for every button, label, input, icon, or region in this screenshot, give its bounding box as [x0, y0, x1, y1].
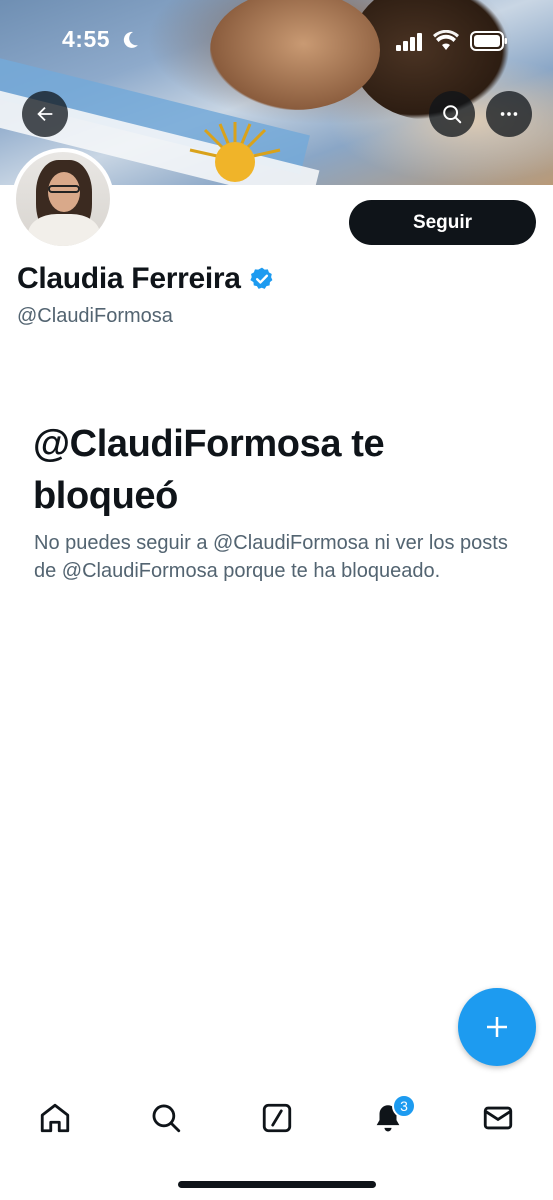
status-time: 4:55	[62, 26, 111, 52]
profile-name-row: Claudia Ferreira	[17, 262, 275, 296]
more-icon	[500, 112, 518, 116]
profile-handle: @ClaudiFormosa	[17, 305, 173, 327]
tab-home[interactable]	[35, 1098, 75, 1138]
home-indicator	[178, 1181, 376, 1188]
arrow-left-icon	[37, 106, 53, 122]
bottom-tab-bar	[0, 1078, 553, 1158]
signal-icon	[396, 33, 422, 51]
profile-name: Claudia Ferreira	[17, 262, 241, 295]
wifi-icon	[433, 30, 459, 50]
sun-emblem-icon	[189, 122, 281, 182]
back-button[interactable]	[22, 91, 68, 137]
status-bar: 4:55	[0, 0, 553, 80]
search-icon	[443, 105, 462, 124]
plus-icon	[487, 1017, 507, 1037]
tab-messages[interactable]	[478, 1098, 518, 1138]
mail-icon	[483, 1106, 513, 1130]
battery-icon	[470, 31, 507, 51]
compose-button[interactable]	[458, 988, 536, 1066]
avatar-photo	[16, 152, 110, 246]
blocked-description: No puedes seguir a @ClaudiFormosa ni ver…	[34, 532, 508, 582]
search-icon	[152, 1104, 181, 1133]
follow-button[interactable]: Seguir	[349, 200, 536, 245]
grok-icon	[262, 1103, 292, 1133]
avatar-glasses	[48, 185, 80, 193]
verified-badge-icon[interactable]	[249, 266, 275, 292]
blocked-title: @ClaudiFormosa te bloqueó	[33, 423, 385, 517]
avatar-body	[28, 214, 100, 246]
search-button[interactable]	[429, 91, 475, 137]
tab-grok[interactable]	[257, 1098, 297, 1138]
avatar[interactable]	[12, 148, 114, 250]
home-icon	[40, 1103, 70, 1133]
tab-search[interactable]	[146, 1098, 186, 1138]
more-button[interactable]	[486, 91, 532, 137]
moon-icon	[123, 31, 138, 48]
notifications-badge: 3	[392, 1094, 416, 1118]
